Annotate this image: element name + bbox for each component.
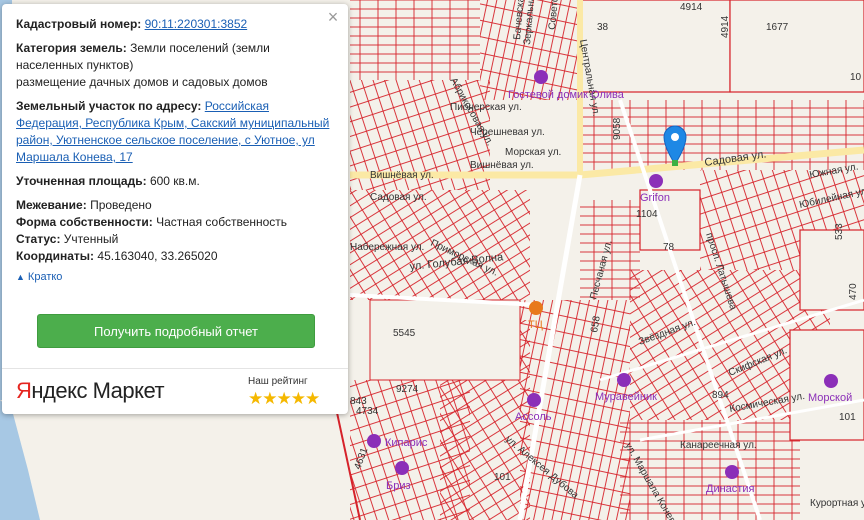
parcel-number: 533 bbox=[834, 223, 845, 240]
poi-label: ТЦ bbox=[528, 319, 543, 331]
street-label: Набережная ул. bbox=[350, 241, 424, 253]
parcel-number: 10 bbox=[850, 72, 862, 83]
status-label: Статус: bbox=[16, 232, 61, 246]
street-label: Канареечная ул. bbox=[680, 440, 757, 451]
poi-kiparis[interactable]: Кипарис bbox=[367, 434, 428, 449]
poi-label: Кипарис bbox=[385, 437, 428, 449]
street-label: Вишнёвая ул. bbox=[370, 170, 434, 181]
get-report-button[interactable]: Получить подробный отчет bbox=[37, 314, 315, 348]
large-parcel bbox=[729, 0, 864, 93]
parcel-info-panel: × Кадастровый номер: 90:11:220301:3852 К… bbox=[2, 4, 348, 414]
hotel-icon bbox=[824, 374, 838, 388]
address-row: Земельный участок по адресу: Российская … bbox=[16, 98, 334, 166]
hotel-icon bbox=[725, 465, 739, 479]
parcel-number: 9058 bbox=[612, 117, 623, 140]
collapse-link-label: Кратко bbox=[27, 271, 63, 283]
poi-label: Бриз bbox=[386, 480, 411, 492]
hotel-icon bbox=[367, 434, 381, 448]
street-label: Курортная ул. bbox=[810, 498, 864, 509]
parcel-number: 38 bbox=[597, 22, 609, 33]
poi-label: Морской bbox=[808, 392, 852, 404]
parcel-number: 4734 bbox=[356, 406, 379, 417]
street-label: Пионерская ул. bbox=[450, 102, 522, 113]
area-label: Уточненная площадь: bbox=[16, 174, 147, 188]
ownership-value: Частная собственность bbox=[156, 215, 288, 229]
parcel-number: 843 bbox=[350, 396, 367, 407]
collapse-link[interactable]: ▲ Кратко bbox=[16, 269, 62, 286]
hotel-icon bbox=[534, 70, 548, 84]
hotel-icon bbox=[527, 393, 541, 407]
triangle-up-icon: ▲ bbox=[16, 272, 25, 282]
area-row: Уточненная площадь: 600 кв.м. bbox=[16, 173, 334, 190]
coordinates-row: Координаты: 45.163040, 33.265020 bbox=[16, 248, 334, 265]
ownership-label: Форма собственности: bbox=[16, 215, 153, 229]
parcel-block bbox=[350, 0, 480, 80]
large-parcel bbox=[579, 0, 731, 93]
large-parcel bbox=[369, 299, 521, 381]
area-value: 600 кв.м. bbox=[149, 174, 200, 188]
parcel-block bbox=[520, 300, 630, 520]
parcel-number: 101 bbox=[839, 412, 856, 423]
parcel-number: 1104 bbox=[636, 209, 658, 220]
poi-label: Гостевой домик Олива bbox=[508, 89, 625, 101]
parcel-number: 5545 bbox=[393, 328, 416, 339]
cadastral-row: Кадастровый номер: 90:11:220301:3852 bbox=[16, 16, 334, 33]
status-value: Учтенный bbox=[63, 232, 119, 246]
close-icon[interactable]: × bbox=[326, 8, 340, 26]
land-category-row: Категория земель: Земли поселений (земли… bbox=[16, 40, 334, 91]
rating-stars-icon: ★★★★★ bbox=[248, 389, 320, 408]
brand-word: ндекс bbox=[31, 378, 87, 403]
parcel-number: 1677 bbox=[766, 22, 789, 33]
brand-letter: Я bbox=[16, 378, 32, 403]
street-label: Садовая ул. bbox=[370, 192, 427, 203]
rating-label: Наш рейтинг bbox=[248, 376, 308, 387]
survey-row: Межевание: Проведено bbox=[16, 197, 334, 214]
shopping-center-icon bbox=[529, 301, 543, 315]
survey-label: Межевание: bbox=[16, 198, 87, 212]
address-label: Земельный участок по адресу: bbox=[16, 99, 202, 113]
hotel-icon bbox=[395, 461, 409, 475]
panel-divider bbox=[2, 368, 348, 369]
parcel-number: 894 bbox=[712, 390, 729, 401]
survey-value: Проведено bbox=[90, 198, 152, 212]
parcel-number: 4914 bbox=[720, 15, 731, 38]
hotel-icon bbox=[649, 174, 663, 188]
status-row: Статус: Учтенный bbox=[16, 231, 334, 248]
cadastral-number-link[interactable]: 90:11:220301:3852 bbox=[145, 17, 248, 31]
panel-content: Кадастровый номер: 90:11:220301:3852 Кат… bbox=[2, 4, 348, 286]
selected-parcel-highlight bbox=[672, 160, 678, 166]
parcel-number: 9274 bbox=[396, 384, 419, 395]
ownership-row: Форма собственности: Частная собственнос… bbox=[16, 214, 334, 231]
coordinates-value: 45.163040, 33.265020 bbox=[97, 249, 218, 263]
land-category-label: Категория земель: bbox=[16, 41, 127, 55]
street-label: Вишнёвая ул. bbox=[470, 160, 534, 171]
land-use-value: размещение дачных домов и садовых домов bbox=[16, 75, 268, 89]
brand-market: Маркет bbox=[86, 378, 165, 403]
poi-label: Grifon bbox=[640, 192, 670, 204]
shop-icon bbox=[617, 373, 631, 387]
coordinates-label: Координаты: bbox=[16, 249, 95, 263]
parcel-number: 470 bbox=[848, 283, 859, 300]
cadastral-label: Кадастровый номер: bbox=[16, 17, 142, 31]
poi-label: Муравейник bbox=[595, 391, 657, 403]
yandex-market-logo[interactable]: Яндекс Маркет bbox=[16, 378, 165, 404]
street-label: Морская ул. bbox=[505, 147, 561, 158]
poi-label: Династия bbox=[706, 483, 754, 495]
parcel-number: 4914 bbox=[680, 2, 703, 13]
parcel-number: 78 bbox=[663, 242, 675, 253]
rating-block: Наш рейтинг ★★★★★ bbox=[248, 376, 332, 409]
poi-label: Ассоль bbox=[515, 411, 552, 423]
parcel-number: 101 bbox=[494, 472, 511, 483]
